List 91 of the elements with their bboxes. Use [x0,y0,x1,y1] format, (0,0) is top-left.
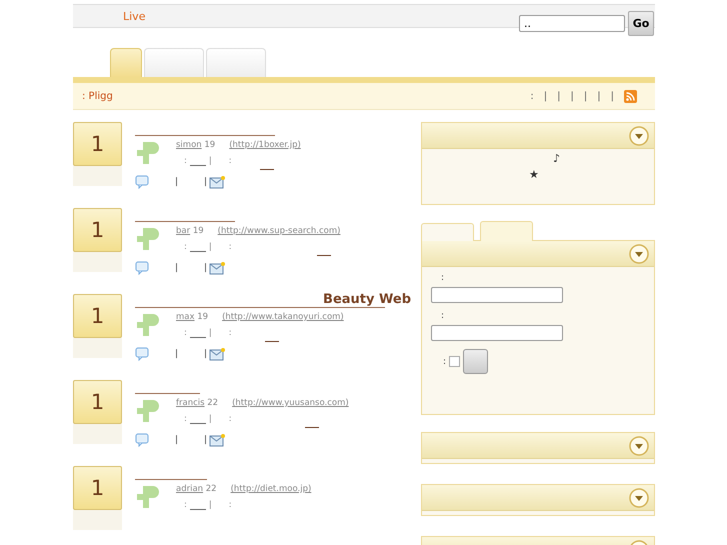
vote-card-base [73,510,122,530]
nav-separator: | [570,90,574,102]
dropdown-icon[interactable] [629,126,649,146]
more-link[interactable] [317,252,331,256]
comment-icon[interactable] [135,347,149,361]
action-separator: | [175,263,178,273]
age-text: 22 [207,398,218,408]
mail-icon[interactable] [209,348,226,360]
nav-separator: | [544,90,548,102]
meta-separator: | [208,156,212,166]
site-name[interactable]: Live [123,10,146,23]
meta-separator: : [184,156,187,166]
nav-separator: | [584,90,588,102]
url-link[interactable]: (http://www.sup-search.com) [218,226,340,236]
nav-separator: | [557,90,560,102]
rss-icon[interactable] [624,90,637,102]
vote-count[interactable]: 1 [73,122,122,166]
meta-separator: : [228,414,232,424]
mail-icon[interactable] [209,176,226,188]
vote-count[interactable]: 1 [73,466,122,510]
meta-separator: : [228,242,232,252]
action-separator: | [204,435,208,445]
vote-count[interactable]: 1 [73,208,122,252]
age-text: 19 [197,312,208,322]
meta-separator: : [184,242,187,252]
comment-icon[interactable] [135,175,149,189]
meta-separator: : [184,500,187,510]
mail-icon[interactable] [209,262,226,274]
url-link[interactable]: (http://diet.moo.jp) [230,484,312,494]
avatar-icon [135,226,161,252]
field-label: : [441,273,444,283]
comment-icon[interactable] [135,261,149,275]
action-separator: | [204,349,208,359]
vote-card-base [73,424,122,444]
url-link[interactable]: (http://www.yuusanso.com) [232,398,349,408]
action-separator: | [175,177,178,187]
meta-separator: : [228,328,232,338]
meta-separator: : [184,414,187,424]
avatar-icon [135,484,161,510]
age-text: 22 [206,484,217,494]
note-symbol: ♪ [553,152,560,165]
meta-separator: : [228,156,232,166]
user-link[interactable]: bar [176,226,190,236]
more-link[interactable] [265,338,279,342]
action-separator: | [175,435,178,445]
meta-separator: | [208,242,212,252]
dropdown-icon[interactable] [629,436,649,456]
more-link[interactable] [260,166,274,170]
user-link[interactable]: adrian [176,484,204,494]
mail-icon[interactable] [209,434,226,446]
remember-label: : [443,356,446,366]
meta-separator: | [208,414,212,424]
nav-separator: | [597,90,601,102]
dropdown-icon[interactable] [629,488,649,508]
user-link[interactable]: francis [176,398,205,408]
vote-card-base [73,338,122,358]
story-title[interactable]: Beauty Web [323,292,411,307]
meta-separator: : [184,328,187,338]
nav-separator: | [610,90,614,102]
remember-checkbox[interactable] [449,356,460,367]
action-separator: | [204,263,208,273]
user-link[interactable]: simon [176,140,202,150]
login-button[interactable] [463,349,488,374]
breadcrumb-text: : Pligg [82,90,114,102]
search-field[interactable]: .. [519,15,625,32]
url-link[interactable]: (http://www.takanoyuri.com) [222,312,344,322]
meta-separator: | [208,328,212,338]
avatar-icon [135,140,161,166]
field-label: : [441,311,444,321]
meta-separator: : [228,500,232,510]
username-field[interactable] [431,287,563,303]
action-separator: | [204,177,208,187]
go-button[interactable]: Go [628,11,654,36]
age-text: 19 [204,140,216,150]
vote-count[interactable]: 1 [73,294,122,338]
avatar-icon [135,312,161,338]
age-text: 19 [192,226,204,236]
url-link[interactable]: (http://1boxer.jp) [229,140,301,150]
vote-card-base [73,252,122,272]
dropdown-icon[interactable] [629,244,649,264]
action-separator: | [175,349,178,359]
comment-icon[interactable] [135,433,149,447]
password-field[interactable] [431,325,563,341]
vote-card-base [73,166,122,186]
nav-separator: : [530,90,534,102]
user-link[interactable]: max [176,312,195,322]
more-link[interactable] [305,424,319,428]
meta-separator: | [208,500,212,510]
star-symbol: ★ [529,168,539,181]
avatar-icon [135,398,161,424]
vote-count[interactable]: 1 [73,380,122,424]
